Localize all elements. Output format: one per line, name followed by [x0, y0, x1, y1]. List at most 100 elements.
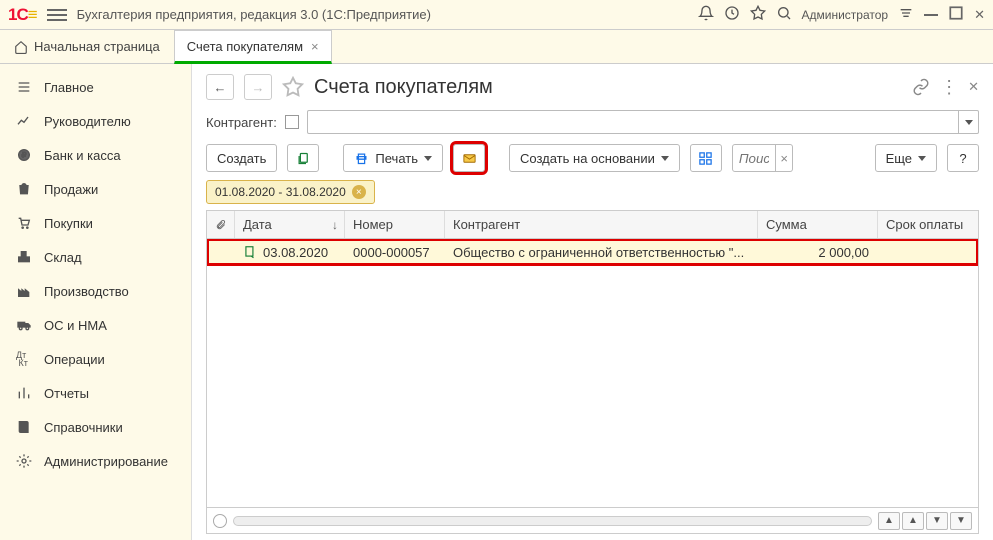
- tabs-bar: Начальная страница Счета покупателям ×: [0, 30, 993, 64]
- tab-home[interactable]: Начальная страница: [0, 30, 174, 63]
- sidebar-label: Склад: [44, 250, 82, 265]
- relations-icon: [698, 151, 713, 166]
- favorite-star-icon[interactable]: [282, 76, 304, 98]
- create-button[interactable]: Создать: [206, 144, 277, 172]
- truck-icon: [16, 317, 32, 333]
- sidebar-item-sales[interactable]: Продажи: [0, 172, 191, 206]
- home-icon: [14, 40, 28, 54]
- sidebar-label: Руководителю: [44, 114, 131, 129]
- sidebar-item-warehouse[interactable]: Склад: [0, 240, 191, 274]
- sidebar-label: Продажи: [44, 182, 98, 197]
- app-title: Бухгалтерия предприятия, редакция 3.0 (1…: [77, 7, 688, 22]
- help-label: ?: [959, 151, 966, 166]
- sidebar-label: Покупки: [44, 216, 93, 231]
- filter-agent-input[interactable]: [307, 110, 959, 134]
- sidebar-label: Справочники: [44, 420, 123, 435]
- page-title: Счета покупателям: [314, 76, 902, 99]
- th-due[interactable]: Срок оплаты: [878, 211, 978, 238]
- filter-checkbox[interactable]: [285, 115, 299, 129]
- star-icon[interactable]: [750, 5, 766, 24]
- clip-icon: [215, 219, 226, 231]
- sidebar-item-purchases[interactable]: Покупки: [0, 206, 191, 240]
- more-vert-icon[interactable]: ⋮: [940, 77, 958, 98]
- tab-close-icon[interactable]: ×: [311, 39, 319, 54]
- sidebar-label: Операции: [44, 352, 105, 367]
- create-label: Создать: [217, 151, 266, 166]
- cell-number: 0000-000057: [345, 245, 445, 260]
- sidebar-item-refs[interactable]: Справочники: [0, 410, 191, 444]
- th-agent[interactable]: Контрагент: [445, 211, 758, 238]
- more-button[interactable]: Еще: [875, 144, 937, 172]
- sidebar-item-manager[interactable]: Руководителю: [0, 104, 191, 138]
- scroll-origin-icon[interactable]: [213, 514, 227, 528]
- sidebar-item-admin[interactable]: Администрирование: [0, 444, 191, 478]
- sidebar-item-assets[interactable]: ОС и НМА: [0, 308, 191, 342]
- filter-dropdown-button[interactable]: [959, 110, 979, 134]
- cart-icon: [16, 215, 32, 231]
- printer-icon: [354, 151, 369, 166]
- dtKt-icon: Дт Кт: [16, 351, 32, 367]
- close-icon[interactable]: ✕: [974, 7, 985, 23]
- svg-text:₽: ₽: [22, 151, 27, 160]
- mail-icon: [462, 151, 477, 166]
- settings-bars-icon[interactable]: [898, 5, 914, 24]
- th-attachment[interactable]: [207, 211, 235, 238]
- app-logo: 1C≡: [8, 5, 37, 25]
- sidebar-item-reports[interactable]: Отчеты: [0, 376, 191, 410]
- nav-first-button[interactable]: ▲: [878, 512, 900, 530]
- h-scrollbar[interactable]: [233, 516, 872, 526]
- gear-icon: [16, 453, 32, 469]
- cell-agent: Общество с ограниченной ответственностью…: [445, 245, 758, 260]
- print-button[interactable]: Печать: [343, 144, 443, 172]
- nav-back-button[interactable]: ←: [206, 74, 234, 100]
- book-icon: [16, 419, 32, 435]
- history-icon[interactable]: [724, 5, 740, 24]
- search-icon[interactable]: [776, 5, 792, 24]
- ruble-icon: ₽: [16, 147, 32, 163]
- copy-doc-icon: [296, 151, 311, 166]
- app-topbar: 1C≡ Бухгалтерия предприятия, редакция 3.…: [0, 0, 993, 30]
- copy-button[interactable]: [287, 144, 319, 172]
- sidebar-item-main[interactable]: Главное: [0, 70, 191, 104]
- nav-last-button[interactable]: ▼: [950, 512, 972, 530]
- sidebar-item-operations[interactable]: Дт Кт Операции: [0, 342, 191, 376]
- print-label: Печать: [375, 151, 418, 166]
- chip-clear-icon[interactable]: ×: [352, 185, 366, 199]
- maximize-icon[interactable]: [948, 5, 964, 24]
- close-page-icon[interactable]: ✕: [968, 79, 979, 95]
- th-date-label: Дата: [243, 217, 272, 232]
- create-based-button[interactable]: Создать на основании: [509, 144, 680, 172]
- minimize-icon[interactable]: [924, 14, 938, 16]
- factory-icon: [16, 283, 32, 299]
- search-input[interactable]: [732, 144, 776, 172]
- search-clear-button[interactable]: ×: [776, 144, 793, 172]
- data-table: Дата↓ Номер Контрагент Сумма Срок оплаты…: [206, 210, 979, 534]
- relations-button[interactable]: [690, 144, 722, 172]
- link-icon[interactable]: [912, 78, 930, 96]
- date-filter-chip[interactable]: 01.08.2020 - 31.08.2020 ×: [206, 180, 375, 204]
- th-number[interactable]: Номер: [345, 211, 445, 238]
- user-label[interactable]: Администратор: [802, 8, 889, 22]
- sidebar-label: Производство: [44, 284, 129, 299]
- help-button[interactable]: ?: [947, 144, 979, 172]
- th-date[interactable]: Дата↓: [235, 211, 345, 238]
- tab-active[interactable]: Счета покупателям ×: [174, 30, 332, 64]
- bell-icon[interactable]: [698, 5, 714, 24]
- sidebar-label: Главное: [44, 80, 94, 95]
- sidebar-item-production[interactable]: Производство: [0, 274, 191, 308]
- sidebar-item-bank[interactable]: ₽ Банк и касса: [0, 138, 191, 172]
- sidebar-label: Отчеты: [44, 386, 89, 401]
- bars-icon: [16, 385, 32, 401]
- create-based-label: Создать на основании: [520, 151, 655, 166]
- table-row[interactable]: 03.08.2020 0000-000057 Общество с ограни…: [207, 239, 978, 265]
- email-button[interactable]: [453, 144, 485, 172]
- sidebar-label: Банк и касса: [44, 148, 121, 163]
- nav-up-button[interactable]: ▲: [902, 512, 924, 530]
- th-sum[interactable]: Сумма: [758, 211, 878, 238]
- filter-label: Контрагент:: [206, 115, 277, 130]
- doc-ok-icon: [243, 245, 257, 259]
- main-area: ← → Счета покупателям ⋮ ✕ Контрагент: Со…: [192, 64, 993, 540]
- nav-down-button[interactable]: ▼: [926, 512, 948, 530]
- hamburger-icon[interactable]: [47, 9, 67, 21]
- nav-forward-button[interactable]: →: [244, 74, 272, 100]
